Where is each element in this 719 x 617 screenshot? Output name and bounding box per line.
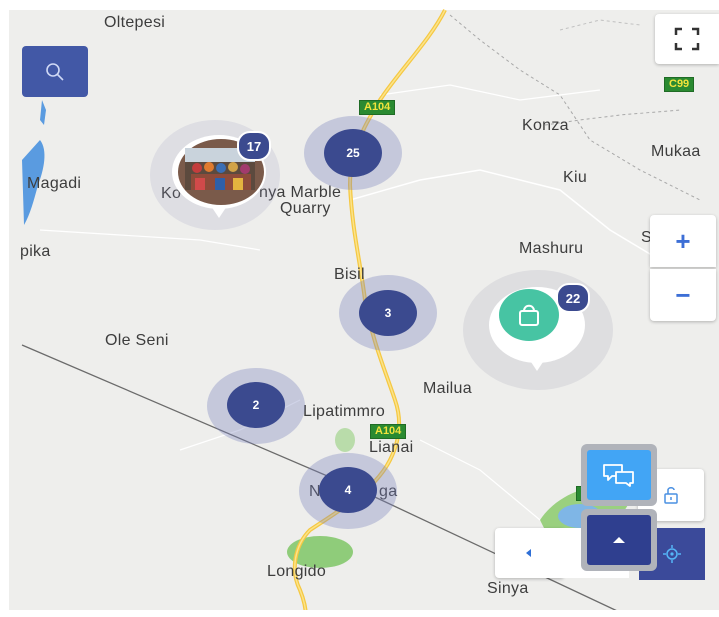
fullscreen-icon	[674, 27, 700, 51]
place-label-mashuru: Mashuru	[519, 240, 584, 257]
zoom-in-button[interactable]: +	[650, 215, 716, 267]
cluster-count: 3	[384, 306, 392, 320]
road-shield-a104: A104	[359, 100, 396, 115]
search-icon	[46, 62, 64, 81]
cluster-marker[interactable]: 4	[319, 467, 377, 513]
cluster-count: 25	[346, 146, 360, 160]
zoom-out-button[interactable]: −	[650, 269, 716, 321]
road-shield-c99: C99	[664, 77, 695, 92]
pan-left-button[interactable]	[495, 528, 563, 578]
zoom-in-label: +	[675, 225, 691, 256]
expand-up-button[interactable]	[587, 515, 651, 565]
place-label-quarry: Quarry	[280, 200, 331, 217]
place-label-pika: pika	[20, 243, 51, 260]
cluster-count: 2	[252, 398, 260, 412]
place-label-mukaa: Mukaa	[651, 143, 701, 160]
place-label-ole-seni: Ole Seni	[105, 332, 169, 349]
search-button[interactable]	[22, 46, 88, 97]
place-label-oltepesi: Oltepesi	[104, 14, 166, 31]
cluster-marker[interactable]: 2	[227, 382, 285, 428]
place-label-lianai: Lianai	[369, 439, 414, 456]
place-label-magadi: Magadi	[27, 175, 82, 192]
cluster-count: 4	[344, 483, 352, 497]
place-label-mailua: Mailua	[423, 380, 472, 397]
photo-marker-badge: 17	[237, 131, 271, 161]
chat-bubbles-icon	[603, 464, 634, 487]
chat-button-frame	[581, 444, 657, 506]
expand-button-frame	[581, 509, 657, 571]
shop-marker-badge: 22	[556, 283, 590, 313]
map-canvas[interactable]: Oltepesi Magadi Ko nya Marble Quarry Kon…	[0, 0, 719, 617]
caret-up-icon	[613, 537, 625, 543]
zoom-out-label: −	[675, 279, 691, 310]
unlock-icon	[664, 487, 678, 504]
place-label-sinya: Sinya	[487, 580, 529, 597]
place-label-konza: Konza	[522, 117, 569, 134]
fullscreen-button[interactable]	[655, 14, 719, 64]
place-label-lipatimmro: Lipatimmro	[303, 403, 386, 420]
caret-left-icon	[526, 549, 531, 557]
road-shield-a104: A104	[370, 424, 407, 439]
place-label-longido: Longido	[267, 563, 327, 580]
bottom-edge	[0, 610, 719, 617]
place-label-kiu: Kiu	[563, 169, 588, 186]
locate-icon	[663, 545, 681, 563]
chat-button[interactable]	[587, 450, 651, 500]
cluster-marker[interactable]: 25	[324, 129, 382, 177]
cluster-marker[interactable]: 3	[359, 290, 417, 336]
